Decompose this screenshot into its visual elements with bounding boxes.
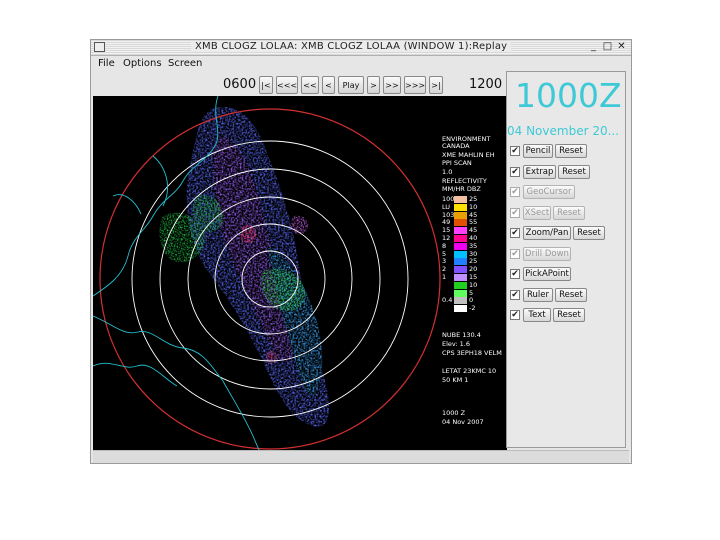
tool-checkbox[interactable]: ✔ bbox=[510, 187, 520, 197]
back-button[interactable]: << bbox=[301, 76, 319, 94]
window-menu-icon[interactable] bbox=[94, 42, 105, 52]
range-info-2: Elev: 1.6 bbox=[442, 340, 470, 348]
tool-button[interactable]: Ruler bbox=[523, 287, 553, 302]
forward-fast-button[interactable]: >>> bbox=[404, 76, 426, 94]
forward-button[interactable]: >> bbox=[383, 76, 401, 94]
radar-station-label: XME MAHLIN EH bbox=[442, 151, 495, 159]
tool-checkbox[interactable]: ✔ bbox=[510, 207, 520, 218]
legend-swatch bbox=[454, 297, 467, 305]
legend-rate-label: LU bbox=[442, 202, 451, 211]
tool-checkbox[interactable]: ✔ bbox=[510, 146, 520, 156]
lat-info-2: 50 KM 1 bbox=[442, 376, 469, 384]
end-time-label: 1200 bbox=[469, 77, 503, 92]
menu-options[interactable]: Options bbox=[123, 58, 162, 69]
radar-footer-date: 04 Nov 2007 bbox=[442, 418, 484, 426]
legend-value-label: -2 bbox=[469, 304, 476, 313]
minimize-button[interactable]: _ bbox=[587, 41, 600, 53]
tool-checkbox[interactable]: ✔ bbox=[510, 269, 520, 279]
tool-button[interactable]: PickAPoint bbox=[523, 267, 571, 281]
title-bar[interactable]: XMB CLOGZ LOLAA: XMB CLOGZ LOLAA (WINDOW… bbox=[91, 40, 631, 56]
legend-value-label: 10 bbox=[469, 280, 478, 289]
radar-footer-time: 1000 Z bbox=[442, 409, 466, 417]
radar-units-label: MM/HR DBZ bbox=[442, 185, 481, 193]
menu-bar: File Options Screen bbox=[91, 56, 631, 72]
tool-reset-button[interactable]: Reset bbox=[553, 308, 585, 322]
last-frame-button[interactable]: >| bbox=[429, 76, 443, 94]
tool-reset-button[interactable]: Reset bbox=[558, 164, 590, 179]
radar-elevation-label: 1.0 bbox=[442, 168, 453, 176]
tool-checkbox[interactable]: ✔ bbox=[510, 248, 520, 259]
start-time-label: 0600 bbox=[223, 77, 257, 92]
legend-swatch bbox=[454, 258, 467, 266]
first-frame-button[interactable]: |< bbox=[259, 76, 273, 94]
legend-swatch bbox=[454, 281, 467, 289]
legend-value-label: 35 bbox=[469, 241, 478, 250]
legend-value-label: 15 bbox=[469, 273, 478, 281]
legend-rate-label: 1 bbox=[442, 273, 447, 281]
legend-swatch bbox=[454, 235, 467, 242]
current-time-display: 1000Z bbox=[515, 76, 622, 115]
legend-value-label: 10 bbox=[469, 202, 478, 211]
tool-button[interactable]: Extrap bbox=[523, 164, 556, 179]
legend-swatch bbox=[454, 196, 467, 203]
legend-rate-label: 0.4 bbox=[442, 296, 453, 305]
legend-value-label: 25 bbox=[469, 195, 478, 203]
step-forward-button[interactable]: > bbox=[367, 76, 380, 94]
range-info-3: CPS 3EPH18 VELM bbox=[442, 349, 502, 357]
back-fast-button[interactable]: <<< bbox=[276, 76, 298, 94]
legend-swatch bbox=[454, 242, 467, 250]
tool-reset-button[interactable]: Reset bbox=[573, 226, 605, 240]
app-window: XMB CLOGZ LOLAA: XMB CLOGZ LOLAA (WINDOW… bbox=[90, 39, 632, 464]
legend-rate-label: 8 bbox=[442, 241, 447, 250]
legend-rate-label: 12 bbox=[442, 234, 451, 242]
tool-button[interactable]: Drill Down bbox=[523, 246, 571, 261]
legend-swatch bbox=[454, 227, 467, 235]
status-bar bbox=[93, 450, 629, 463]
legend-swatch bbox=[454, 203, 467, 211]
tool-checkbox[interactable]: ✔ bbox=[510, 310, 520, 320]
radar-country-label: CANADA bbox=[442, 142, 470, 150]
legend-swatch bbox=[454, 289, 467, 297]
tool-button[interactable]: XSect bbox=[523, 205, 551, 220]
legend-swatch bbox=[454, 250, 467, 258]
legend-swatch bbox=[454, 274, 467, 281]
menu-file[interactable]: File bbox=[98, 58, 115, 69]
menu-screen[interactable]: Screen bbox=[168, 58, 202, 69]
current-date-display: 04 November 20... bbox=[507, 124, 620, 138]
tool-button[interactable]: Pencil bbox=[523, 144, 553, 158]
tool-reset-button[interactable]: Reset bbox=[555, 144, 587, 158]
radar-scan-label: PPI SCAN bbox=[442, 159, 472, 167]
tool-checkbox[interactable]: ✔ bbox=[510, 166, 520, 177]
tool-reset-button[interactable]: Reset bbox=[553, 205, 585, 220]
tool-checkbox[interactable]: ✔ bbox=[510, 228, 520, 238]
legend-swatch bbox=[454, 305, 467, 313]
close-button[interactable]: ✕ bbox=[615, 41, 628, 53]
legend-swatch bbox=[454, 266, 467, 274]
tool-button[interactable]: GeoCursor bbox=[523, 185, 575, 199]
legend-swatch bbox=[454, 219, 467, 227]
step-back-button[interactable]: < bbox=[322, 76, 335, 94]
legend-value-label: 40 bbox=[469, 234, 478, 242]
play-button[interactable]: Play bbox=[338, 76, 364, 94]
legend-swatch bbox=[454, 211, 467, 219]
legend-rate-label: 100 bbox=[442, 195, 455, 203]
lat-info-1: LETAT 23KMC 10 bbox=[442, 367, 497, 375]
tool-checkbox[interactable]: ✔ bbox=[510, 289, 520, 300]
radar-product-label: REFLECTIVITY bbox=[442, 177, 487, 185]
tool-button[interactable]: Zoom/Pan bbox=[523, 226, 571, 240]
radar-display[interactable]: ENVIRONMENT CANADA XME MAHLIN EH PPI SCA… bbox=[93, 96, 507, 460]
window-title: XMB CLOGZ LOLAA: XMB CLOGZ LOLAA (WINDOW… bbox=[191, 41, 512, 52]
tool-button[interactable]: Text bbox=[523, 308, 551, 322]
maximize-button[interactable]: □ bbox=[601, 41, 614, 53]
side-panel: 1000Z 04 November 20... ✔ Pencil Reset ✔ Ext… bbox=[506, 71, 626, 448]
range-info-1: NUBE 130.4 bbox=[442, 331, 481, 339]
tool-reset-button[interactable]: Reset bbox=[555, 287, 587, 302]
